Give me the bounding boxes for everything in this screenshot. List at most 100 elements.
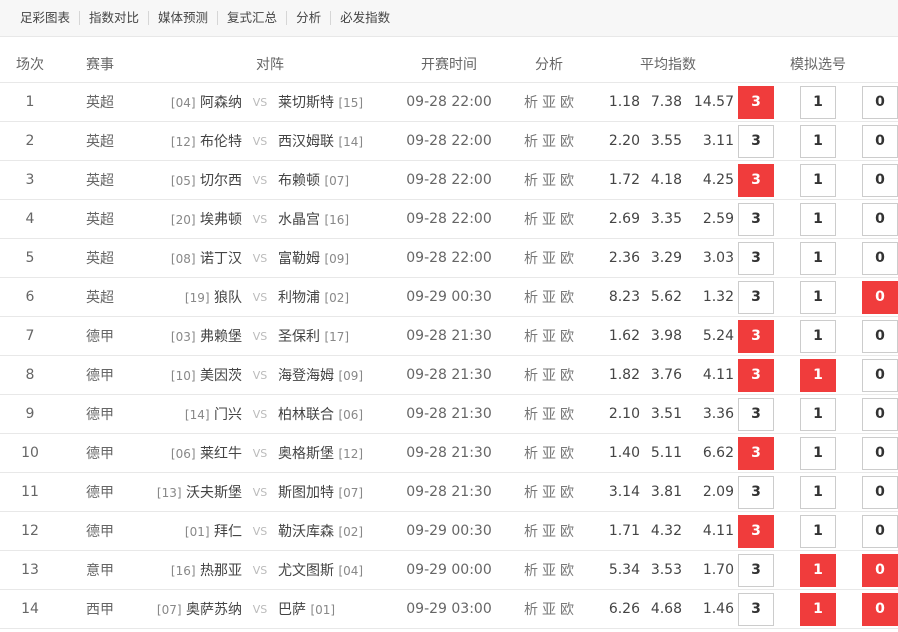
- nav-item-2[interactable]: 媒体预测: [148, 11, 217, 25]
- away-team[interactable]: 奥格斯堡 [12]: [278, 443, 400, 463]
- away-team[interactable]: 勒沃库森 [02]: [278, 521, 400, 541]
- home-team[interactable]: [20] 埃弗顿: [140, 209, 242, 229]
- nav-item-3[interactable]: 复式汇总: [217, 11, 286, 25]
- pick-lose-button[interactable]: 0: [862, 85, 898, 119]
- pick-lose-button[interactable]: 0: [862, 202, 898, 236]
- pick-lose-button[interactable]: 0: [862, 124, 898, 158]
- pick-win-button[interactable]: 3: [738, 202, 774, 236]
- home-team[interactable]: [07] 奥萨苏纳: [140, 599, 242, 619]
- pick-draw-button[interactable]: 1: [800, 553, 836, 587]
- pick-lose-button[interactable]: 0: [862, 241, 898, 275]
- nav-item-5[interactable]: 必发指数: [330, 11, 399, 25]
- euro-odds-link[interactable]: 欧: [560, 407, 574, 423]
- euro-odds-link[interactable]: 欧: [560, 134, 574, 150]
- euro-odds-link[interactable]: 欧: [560, 368, 574, 384]
- pick-draw-button[interactable]: 1: [800, 280, 836, 314]
- pick-win-button[interactable]: 3: [738, 280, 774, 314]
- analysis-link[interactable]: 析: [524, 524, 538, 540]
- pick-lose-button[interactable]: 0: [862, 397, 898, 431]
- pick-draw-button[interactable]: 1: [800, 436, 836, 470]
- pick-lose-button[interactable]: 0: [862, 358, 898, 392]
- nav-item-0[interactable]: 足彩图表: [20, 11, 79, 25]
- away-team[interactable]: 柏林联合 [06]: [278, 404, 400, 424]
- asian-odds-link[interactable]: 亚: [542, 368, 556, 384]
- home-team[interactable]: [13] 沃夫斯堡: [140, 482, 242, 502]
- pick-draw-button[interactable]: 1: [800, 85, 836, 119]
- away-team[interactable]: 水晶宫 [16]: [278, 209, 400, 229]
- euro-odds-link[interactable]: 欧: [560, 173, 574, 189]
- away-team[interactable]: 巴萨 [01]: [278, 599, 400, 619]
- analysis-link[interactable]: 析: [524, 134, 538, 150]
- pick-win-button[interactable]: 3: [738, 475, 774, 509]
- asian-odds-link[interactable]: 亚: [542, 524, 556, 540]
- asian-odds-link[interactable]: 亚: [542, 251, 556, 267]
- analysis-link[interactable]: 析: [524, 407, 538, 423]
- pick-win-button[interactable]: 3: [738, 553, 774, 587]
- pick-lose-button[interactable]: 0: [862, 280, 898, 314]
- pick-draw-button[interactable]: 1: [800, 124, 836, 158]
- away-team[interactable]: 海登海姆 [09]: [278, 365, 400, 385]
- pick-win-button[interactable]: 3: [738, 358, 774, 392]
- asian-odds-link[interactable]: 亚: [542, 446, 556, 462]
- away-team[interactable]: 圣保利 [17]: [278, 326, 400, 346]
- home-team[interactable]: [14] 门兴: [140, 404, 242, 424]
- euro-odds-link[interactable]: 欧: [560, 485, 574, 501]
- analysis-link[interactable]: 析: [524, 212, 538, 228]
- euro-odds-link[interactable]: 欧: [560, 251, 574, 267]
- asian-odds-link[interactable]: 亚: [542, 485, 556, 501]
- analysis-link[interactable]: 析: [524, 329, 538, 345]
- euro-odds-link[interactable]: 欧: [560, 212, 574, 228]
- analysis-link[interactable]: 析: [524, 173, 538, 189]
- pick-draw-button[interactable]: 1: [800, 163, 836, 197]
- pick-lose-button[interactable]: 0: [862, 514, 898, 548]
- asian-odds-link[interactable]: 亚: [542, 95, 556, 111]
- pick-draw-button[interactable]: 1: [800, 358, 836, 392]
- pick-draw-button[interactable]: 1: [800, 397, 836, 431]
- pick-draw-button[interactable]: 1: [800, 514, 836, 548]
- home-team[interactable]: [06] 莱红牛: [140, 443, 242, 463]
- pick-draw-button[interactable]: 1: [800, 592, 836, 626]
- pick-draw-button[interactable]: 1: [800, 475, 836, 509]
- pick-draw-button[interactable]: 1: [800, 241, 836, 275]
- away-team[interactable]: 西汉姆联 [14]: [278, 131, 400, 151]
- away-team[interactable]: 斯图加特 [07]: [278, 482, 400, 502]
- home-team[interactable]: [08] 诺丁汉: [140, 248, 242, 268]
- pick-lose-button[interactable]: 0: [862, 553, 898, 587]
- euro-odds-link[interactable]: 欧: [560, 95, 574, 111]
- asian-odds-link[interactable]: 亚: [542, 290, 556, 306]
- pick-win-button[interactable]: 3: [738, 514, 774, 548]
- analysis-link[interactable]: 析: [524, 485, 538, 501]
- analysis-link[interactable]: 析: [524, 446, 538, 462]
- euro-odds-link[interactable]: 欧: [560, 446, 574, 462]
- asian-odds-link[interactable]: 亚: [542, 329, 556, 345]
- pick-win-button[interactable]: 3: [738, 124, 774, 158]
- analysis-link[interactable]: 析: [524, 602, 538, 618]
- asian-odds-link[interactable]: 亚: [542, 602, 556, 618]
- asian-odds-link[interactable]: 亚: [542, 134, 556, 150]
- pick-win-button[interactable]: 3: [738, 319, 774, 353]
- nav-item-4[interactable]: 分析: [286, 11, 330, 25]
- nav-item-1[interactable]: 指数对比: [79, 11, 148, 25]
- pick-lose-button[interactable]: 0: [862, 475, 898, 509]
- pick-win-button[interactable]: 3: [738, 241, 774, 275]
- home-team[interactable]: [10] 美因茨: [140, 365, 242, 385]
- home-team[interactable]: [01] 拜仁: [140, 521, 242, 541]
- home-team[interactable]: [12] 布伦特: [140, 131, 242, 151]
- analysis-link[interactable]: 析: [524, 95, 538, 111]
- away-team[interactable]: 尤文图斯 [04]: [278, 560, 400, 580]
- pick-win-button[interactable]: 3: [738, 85, 774, 119]
- asian-odds-link[interactable]: 亚: [542, 563, 556, 579]
- analysis-link[interactable]: 析: [524, 368, 538, 384]
- analysis-link[interactable]: 析: [524, 251, 538, 267]
- euro-odds-link[interactable]: 欧: [560, 329, 574, 345]
- euro-odds-link[interactable]: 欧: [560, 602, 574, 618]
- pick-win-button[interactable]: 3: [738, 397, 774, 431]
- asian-odds-link[interactable]: 亚: [542, 212, 556, 228]
- euro-odds-link[interactable]: 欧: [560, 290, 574, 306]
- pick-lose-button[interactable]: 0: [862, 592, 898, 626]
- pick-win-button[interactable]: 3: [738, 163, 774, 197]
- pick-win-button[interactable]: 3: [738, 592, 774, 626]
- home-team[interactable]: [05] 切尔西: [140, 170, 242, 190]
- euro-odds-link[interactable]: 欧: [560, 524, 574, 540]
- analysis-link[interactable]: 析: [524, 563, 538, 579]
